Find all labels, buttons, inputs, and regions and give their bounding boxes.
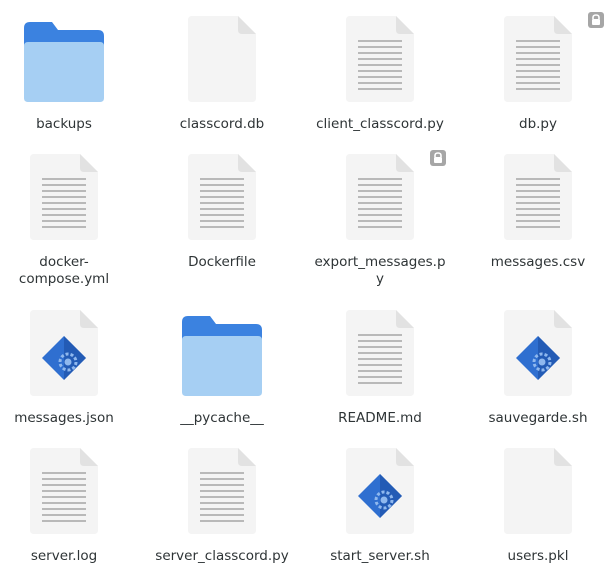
file-name-label: Dockerfile xyxy=(188,254,256,270)
text-file-icon xyxy=(147,150,297,250)
file-item[interactable]: client_classcord.py xyxy=(305,12,455,152)
file-item[interactable]: README.md xyxy=(305,306,455,446)
script-file-icon xyxy=(0,306,139,406)
file-name-line: compose.yml xyxy=(18,271,110,287)
file-name-label: users.pkl xyxy=(507,548,569,564)
text-file-icon xyxy=(147,444,297,544)
file-name-label: classcord.db xyxy=(179,116,265,132)
file-item[interactable]: __pycache__ xyxy=(147,306,297,446)
file-item[interactable]: start_server.sh xyxy=(305,444,455,584)
file-name-label: backups xyxy=(36,116,92,132)
file-name-label: README.md xyxy=(338,410,422,426)
folder-icon xyxy=(0,12,139,112)
file-name-label: server_classcord.py xyxy=(155,548,289,564)
file-name-label: messages.csv xyxy=(490,254,586,270)
file-name-label: client_classcord.py xyxy=(316,116,444,132)
text-file-icon xyxy=(305,12,455,112)
script-file-icon xyxy=(305,444,455,544)
file-item[interactable]: server_classcord.py xyxy=(147,444,297,584)
blank-file-icon xyxy=(463,444,611,544)
file-item[interactable]: messages.csv xyxy=(463,150,611,290)
file-item[interactable]: docker-compose.yml xyxy=(0,150,139,290)
text-file-icon xyxy=(305,306,455,406)
file-item[interactable]: users.pkl xyxy=(463,444,611,584)
file-grid: backups classcord.db client_classcord.py db… xyxy=(0,0,611,576)
file-item[interactable]: backups xyxy=(0,12,139,152)
file-name-line: export_messages.p xyxy=(314,254,446,270)
text-file-icon xyxy=(463,150,611,250)
script-file-icon xyxy=(463,306,611,406)
file-item[interactable]: db.py xyxy=(463,12,611,152)
lock-icon xyxy=(588,12,604,32)
file-name-line: docker- xyxy=(39,254,89,270)
file-item[interactable]: sauvegarde.sh xyxy=(463,306,611,446)
file-item[interactable]: export_messages.p y xyxy=(305,150,455,290)
folder-icon xyxy=(147,306,297,406)
file-name-label: messages.json xyxy=(14,410,114,426)
file-item[interactable]: messages.json xyxy=(0,306,139,446)
file-item[interactable]: Dockerfile xyxy=(147,150,297,290)
file-name-label: docker-compose.yml xyxy=(0,254,139,288)
file-name-label: export_messages.p y xyxy=(305,254,455,288)
file-name-label: start_server.sh xyxy=(330,548,430,564)
file-item[interactable]: server.log xyxy=(0,444,139,584)
file-name-line: y xyxy=(376,271,384,287)
blank-file-icon xyxy=(147,12,297,112)
file-item[interactable]: classcord.db xyxy=(147,12,297,152)
text-file-icon xyxy=(0,444,139,544)
lock-icon xyxy=(430,150,446,170)
text-file-icon xyxy=(0,150,139,250)
file-name-label: db.py xyxy=(519,116,557,132)
file-name-label: __pycache__ xyxy=(180,410,264,426)
file-name-label: sauvegarde.sh xyxy=(488,410,588,426)
file-name-label: server.log xyxy=(30,548,98,564)
